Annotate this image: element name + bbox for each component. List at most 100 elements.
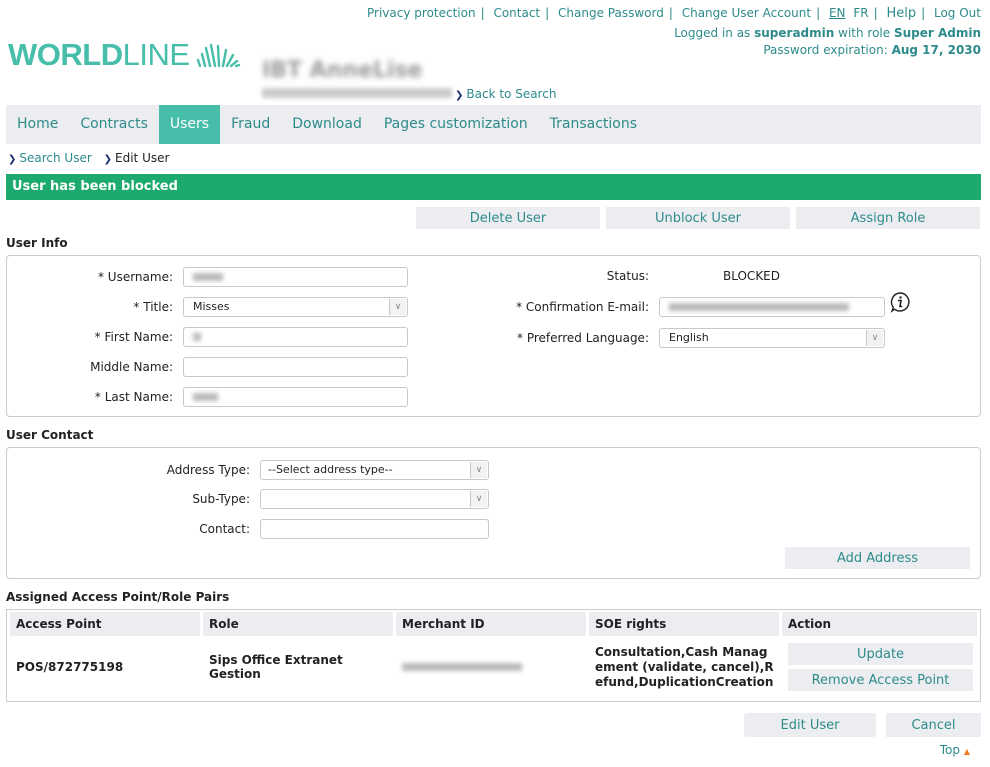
- worldline-wave-icon: [196, 43, 240, 68]
- info-icon[interactable]: [889, 291, 911, 313]
- logout-link[interactable]: Log Out: [934, 6, 981, 20]
- chevron-down-icon: ∨: [470, 491, 487, 507]
- assign-role-button[interactable]: Assign Role: [796, 207, 980, 229]
- separator: |: [921, 6, 926, 20]
- nav-contracts[interactable]: Contracts: [69, 105, 159, 144]
- nav-fraud[interactable]: Fraud: [220, 105, 281, 144]
- column-header-role: Role: [203, 612, 393, 636]
- nav-download[interactable]: Download: [281, 105, 373, 144]
- title-select[interactable]: Misses ∨: [183, 297, 408, 317]
- logged-in-line: Logged in as superadmin with role Super …: [674, 25, 981, 42]
- first-name-input[interactable]: [183, 327, 408, 347]
- access-points-title: Assigned Access Point/Role Pairs: [6, 590, 230, 604]
- back-to-top-label: Top: [939, 743, 961, 757]
- first-name-value-blurred: [193, 333, 201, 341]
- access-points-table: Access Point Role Merchant ID SOE rights…: [6, 609, 981, 702]
- user-contact-panel: Address Type: --Select address type-- ∨ …: [6, 447, 981, 579]
- change-user-account-link[interactable]: Change User Account: [682, 6, 811, 20]
- breadcrumb-edit-user: Edit User: [115, 151, 170, 165]
- logo-text-bold: WORLD: [8, 37, 123, 72]
- privacy-protection-link[interactable]: Privacy protection: [367, 6, 476, 20]
- title-selected-value: Misses: [193, 300, 230, 313]
- confirmation-email-label: * Confirmation E-mail:: [516, 300, 649, 314]
- status-value: BLOCKED: [723, 269, 781, 283]
- nav-pages-customization[interactable]: Pages customization: [373, 105, 539, 144]
- contact-link[interactable]: Contact: [493, 6, 540, 20]
- worldline-logo: WORLD LINE: [8, 37, 242, 72]
- logo-text-light: LINE: [122, 37, 190, 72]
- language-fr-link[interactable]: FR: [853, 6, 868, 20]
- password-expiration-line: Password expiration: Aug 17, 2030: [674, 42, 981, 59]
- middle-name-label: Middle Name:: [90, 360, 173, 374]
- chevron-down-icon: ∨: [389, 299, 406, 315]
- edit-user-button[interactable]: Edit User: [744, 713, 876, 737]
- merchant-id-blurred: [262, 88, 452, 98]
- separator: |: [480, 6, 485, 20]
- separator: |: [545, 6, 550, 20]
- last-name-input[interactable]: [183, 387, 408, 407]
- add-address-button[interactable]: Add Address: [785, 547, 970, 569]
- column-header-merchant-id: Merchant ID: [396, 612, 586, 636]
- column-header-action: Action: [782, 612, 977, 636]
- address-type-select[interactable]: --Select address type-- ∨: [260, 460, 489, 480]
- nav-home[interactable]: Home: [6, 105, 69, 144]
- column-header-soe-rights: SOE rights: [589, 612, 779, 636]
- status-label: Status:: [606, 269, 649, 283]
- separator: |: [668, 6, 673, 20]
- sub-type-select[interactable]: ∨: [260, 489, 489, 509]
- address-type-label: Address Type:: [166, 463, 250, 477]
- username-label: * Username:: [97, 270, 173, 284]
- back-to-search-label: Back to Search: [466, 87, 557, 101]
- main-nav: Home Contracts Users Fraud Download Page…: [6, 105, 981, 144]
- top-links: Privacy protection | Contact | Change Pass…: [367, 6, 981, 21]
- back-to-top-link[interactable]: Top ▲: [940, 743, 970, 757]
- chevron-right-icon: ❯: [455, 90, 464, 101]
- chevron-right-icon: ❯: [8, 154, 17, 165]
- middle-name-input[interactable]: [183, 357, 408, 377]
- update-access-point-button[interactable]: Update: [788, 643, 973, 665]
- arrow-up-icon: ▲: [963, 747, 970, 756]
- preferred-language-select[interactable]: English ∨: [659, 328, 885, 348]
- column-header-access-point: Access Point: [10, 612, 200, 636]
- title-label: * Title:: [133, 300, 173, 314]
- cell-role: Sips Office Extranet Gestion: [209, 653, 343, 681]
- help-link[interactable]: Help: [886, 6, 916, 21]
- username-input[interactable]: [183, 267, 408, 287]
- password-expiration-date: Aug 17, 2030: [891, 43, 981, 57]
- breadcrumb-search-user[interactable]: Search User: [19, 151, 91, 165]
- change-password-link[interactable]: Change Password: [558, 6, 664, 20]
- back-to-search-link[interactable]: ❯ Back to Search: [455, 87, 556, 101]
- user-actions: Delete User Unblock User Assign Role: [416, 207, 980, 229]
- chevron-down-icon: ∨: [470, 462, 487, 478]
- table-row: POS/872775198 Sips Office Extranet Gesti…: [10, 638, 977, 696]
- user-contact-title: User Contact: [6, 428, 94, 442]
- logged-in-username: superadmin: [754, 26, 835, 40]
- confirmation-email-value-blurred: [669, 303, 849, 311]
- breadcrumb: ❯ Search User ❯ Edit User: [8, 151, 169, 165]
- contact-input[interactable]: [260, 519, 489, 539]
- login-info: Logged in as superadmin with role Super …: [674, 25, 981, 59]
- user-info-title: User Info: [6, 236, 68, 250]
- username-value-blurred: [193, 273, 223, 281]
- language-en-link[interactable]: EN: [829, 6, 846, 20]
- logged-in-prefix: Logged in as: [674, 26, 755, 40]
- unblock-user-button[interactable]: Unblock User: [606, 207, 790, 229]
- cell-merchant-id: [396, 638, 586, 696]
- cell-access-point: POS/872775198: [16, 660, 124, 674]
- separator: |: [873, 6, 878, 20]
- user-role: Super Admin: [893, 26, 981, 40]
- address-type-selected-value: --Select address type--: [268, 463, 393, 476]
- nav-transactions[interactable]: Transactions: [539, 105, 648, 144]
- last-name-value-blurred: [193, 393, 218, 401]
- merchant-id-blurred: [402, 663, 522, 671]
- delete-user-button[interactable]: Delete User: [416, 207, 600, 229]
- last-name-label: * Last Name:: [94, 390, 173, 404]
- cancel-button[interactable]: Cancel: [886, 713, 981, 737]
- remove-access-point-button[interactable]: Remove Access Point: [788, 669, 973, 691]
- contact-label: Contact:: [199, 522, 250, 536]
- nav-users[interactable]: Users: [158, 105, 221, 144]
- separator: |: [816, 6, 821, 20]
- status-alert: User has been blocked: [6, 174, 981, 200]
- confirmation-email-input[interactable]: [659, 297, 885, 317]
- preferred-language-selected-value: English: [669, 331, 709, 344]
